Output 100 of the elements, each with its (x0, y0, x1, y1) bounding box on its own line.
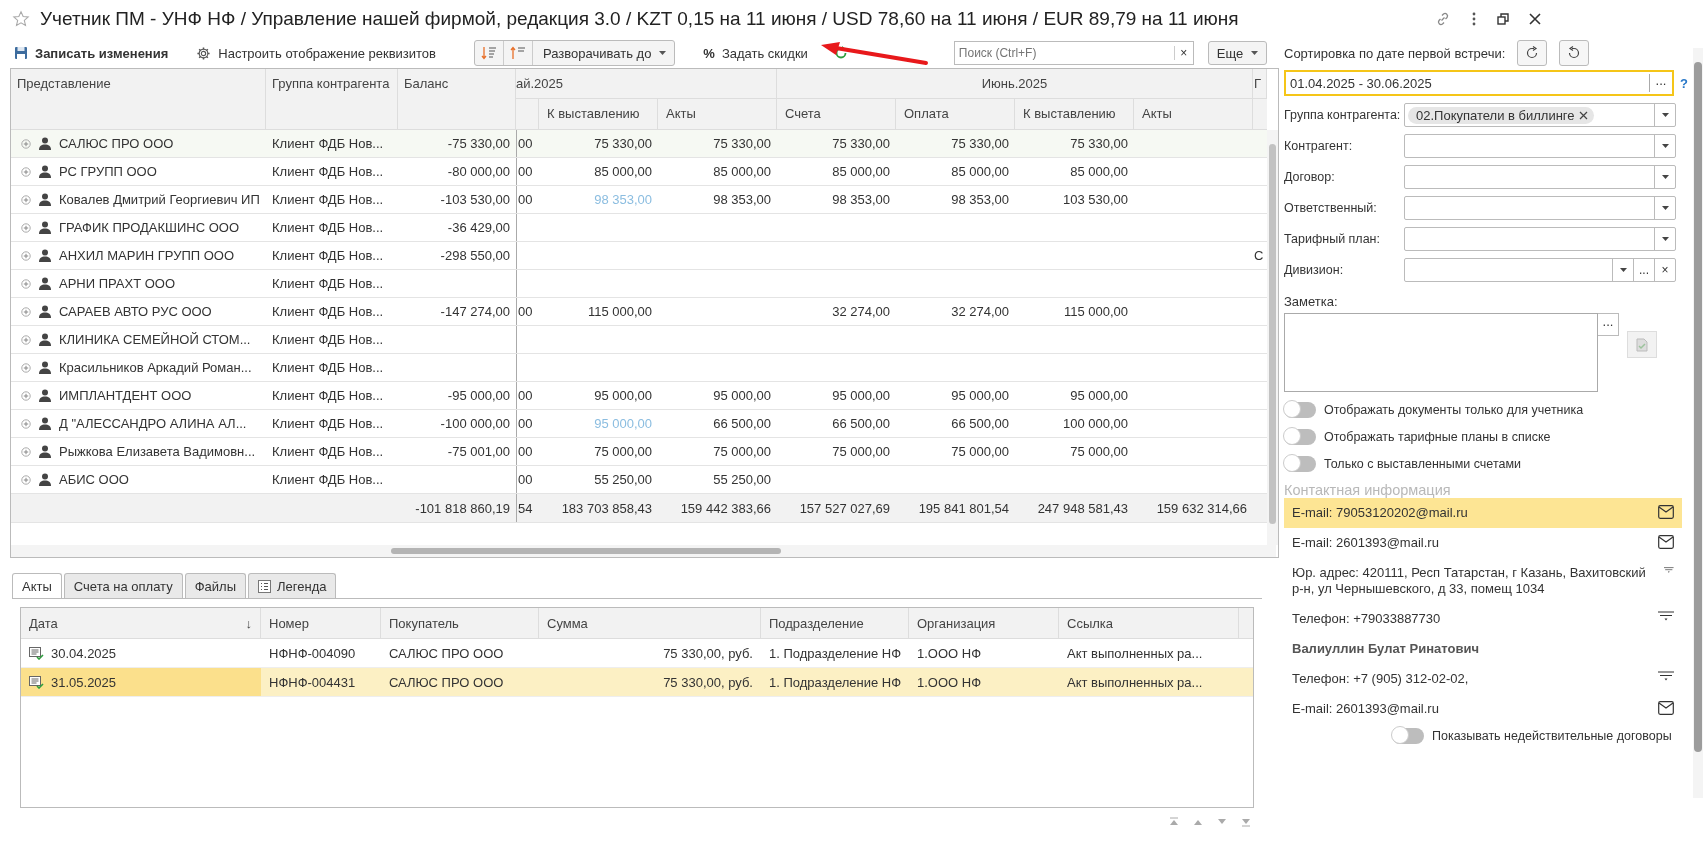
help-link[interactable]: ? (1680, 75, 1688, 91)
filter-icon[interactable] (1658, 671, 1674, 681)
contact-person[interactable]: Валиуллин Булат Ринатович (1284, 634, 1682, 664)
column-header[interactable]: Группа контрагента (266, 69, 398, 130)
select-field[interactable] (1404, 134, 1676, 158)
expand-icon[interactable] (21, 362, 31, 373)
filter-tag[interactable]: 02.Покупатели в биллинге (1408, 106, 1594, 124)
clear-button[interactable]: × (1654, 259, 1675, 281)
table-row[interactable]: Ковалев Дмитрий Георгиевич ИП Клиент ФДБ Нов... -103 530,00 00 98 353,00 98 353,00 98 353,00 98 353,00 103 530,00 (11, 186, 1267, 214)
expand-icon[interactable] (21, 418, 31, 429)
column-header[interactable]: Оплата (896, 99, 1015, 130)
column-header[interactable]: Дата ↓ (21, 608, 261, 638)
tab[interactable]: Легенда (248, 573, 337, 598)
restore-icon[interactable] (1497, 13, 1509, 25)
column-header[interactable]: Покупатель (381, 608, 539, 638)
select-field[interactable]: 02.Покупатели в биллинге (1404, 103, 1676, 127)
expand-icon[interactable] (21, 138, 31, 149)
toggle-switch[interactable] (1284, 429, 1316, 445)
expand-icon[interactable] (21, 222, 31, 233)
choice-button[interactable]: ... (1649, 74, 1672, 92)
mail-icon[interactable] (1658, 701, 1674, 715)
more-icon[interactable] (1471, 11, 1477, 27)
column-header[interactable]: Ссылка (1059, 608, 1239, 638)
column-header[interactable]: Баланс (398, 69, 516, 130)
table-row[interactable]: КЛИНИКА СЕМЕЙНОЙ СТОМ... Клиент ФДБ Нов... (11, 326, 1267, 354)
tab[interactable]: Акты (12, 573, 62, 598)
column-header[interactable]: К выставлению (1015, 99, 1134, 130)
note-field[interactable] (1284, 313, 1598, 392)
expand-icon[interactable] (21, 334, 31, 345)
settings-button[interactable]: Настроить отображение реквизитов (196, 42, 444, 64)
table-cell: С (1254, 248, 1264, 263)
table-row[interactable]: АРНИ ПРАХТ ООО Клиент ФДБ Нов... (11, 270, 1267, 298)
contact-row[interactable]: Юр. адрес: 420111, Респ Татарстан, г Казань, Вахитовский р-н, ул Чернышевского, д 33, помещ 1034 (1284, 558, 1682, 604)
table-row[interactable]: АНХИЛ МАРИН ГРУПП ООО Клиент ФДБ Нов... -298 550,00 С (11, 242, 1267, 270)
undo-button[interactable] (1559, 40, 1590, 66)
column-header[interactable]: Сумма (539, 608, 761, 638)
tab[interactable]: Счета на оплату (63, 573, 183, 598)
expand-icon[interactable] (21, 390, 31, 401)
choice-button[interactable]: ... (1633, 259, 1654, 281)
save-button[interactable]: Записать изменения (14, 42, 177, 64)
expand-icon[interactable] (21, 306, 31, 317)
select-field[interactable] (1404, 165, 1676, 189)
select-field[interactable]: ... × (1404, 258, 1676, 282)
period-field[interactable]: 01.04.2025 - 30.06.2025 ... (1284, 70, 1674, 96)
discounts-button[interactable]: % Задать скидки (703, 42, 816, 64)
expand-icon[interactable] (21, 250, 31, 261)
column-header[interactable]: Акты (658, 99, 777, 130)
table-row[interactable]: ИМПЛАНТДЕНТ ООО Клиент ФДБ Нов... -95 000,00 00 95 000,00 95 000,00 95 000,00 95 000,00 95 000,00 (11, 382, 1267, 410)
column-header[interactable]: Номер (261, 608, 381, 638)
toggle-switch[interactable] (1284, 402, 1316, 418)
table-row[interactable]: Д "АЛЕССАНДРО АЛИНА АЛ... Клиент ФДБ Нов... -100 000,00 00 95 000,00 66 500,00 66 500,00 66 500,00 100 000,00 (11, 410, 1267, 438)
table-row[interactable]: Красильников Аркадий Роман... Клиент ФДБ Нов... (11, 354, 1267, 382)
table-row[interactable]: ГРАФИК ПРОДАКШИНС ООО Клиент ФДБ Нов... -36 429,00 (11, 214, 1267, 242)
column-header[interactable]: Организация (909, 608, 1059, 638)
star-icon[interactable] (12, 10, 30, 28)
toggle-switch[interactable] (1392, 728, 1424, 744)
column-header[interactable] (1253, 99, 1267, 130)
document-row[interactable]: 31.05.2025 НФНФ-004431 САЛЮС ПРО ООО 75 330,00, руб. 1. Подразделение НФ 1.ООО НФ Акт выполненных ра... (20, 668, 1254, 697)
clear-search-button[interactable]: × (1173, 46, 1193, 60)
table-row[interactable]: РС ГРУПП ООО Клиент ФДБ Нов... -80 000,00 00 85 000,00 85 000,00 85 000,00 85 000,00 85 000,00 (11, 158, 1267, 186)
contact-row[interactable]: E-mail: 2601393@mail.ru (1284, 694, 1682, 724)
expand-icon[interactable] (21, 194, 31, 205)
column-header[interactable]: К выставлению (539, 99, 658, 130)
table-row[interactable]: САЛЮС ПРО ООО Клиент ФДБ Нов... -75 330,00 00 75 330,00 75 330,00 75 330,00 75 330,00 75 330,00 (11, 130, 1267, 158)
expand-icon[interactable] (21, 474, 31, 485)
contact-row[interactable]: E-mail: 79053120202@mail.ru (1284, 498, 1682, 528)
field-label: Заметка: (1284, 294, 1339, 309)
choice-button[interactable]: ... (1598, 313, 1619, 336)
table-row[interactable]: САРАЕВ АВТО РУС ООО Клиент ФДБ Нов... -147 274,00 00 115 000,00 32 274,00 32 274,00 115 000,00 (11, 298, 1267, 326)
apply-button[interactable] (1627, 331, 1657, 358)
dropdown-icon (1661, 206, 1669, 210)
select-field[interactable] (1404, 227, 1676, 251)
mail-icon[interactable] (1658, 505, 1674, 519)
select-field[interactable] (1404, 196, 1676, 220)
more-button[interactable]: Еще (1207, 41, 1268, 65)
expand-icon[interactable] (21, 278, 31, 289)
filter-icon[interactable] (1658, 611, 1674, 621)
table-row[interactable]: АБИС ООО Клиент ФДБ Нов... 00 55 250,00 55 250,00 (11, 466, 1267, 494)
toggle-switch[interactable] (1284, 456, 1316, 472)
tab[interactable]: Файлы (184, 573, 246, 598)
remove-icon[interactable] (1578, 110, 1588, 120)
column-header[interactable]: Счета (777, 99, 896, 130)
redo-button[interactable] (1517, 40, 1548, 66)
expand-icon[interactable] (21, 446, 31, 457)
contact-row[interactable]: E-mail: 2601393@mail.ru (1284, 528, 1682, 558)
column-header[interactable]: Представление (11, 69, 266, 130)
close-icon[interactable] (1529, 13, 1541, 25)
column-header[interactable]: Акты (1134, 99, 1253, 130)
link-icon[interactable] (1435, 11, 1451, 27)
mail-icon[interactable] (1658, 535, 1674, 549)
horizontal-scrollbar[interactable] (11, 545, 1276, 557)
contact-row[interactable]: Телефон: +7 (905) 312-02-02, (1284, 664, 1682, 694)
contact-row[interactable]: Телефон: +79033887730 (1284, 604, 1682, 634)
expand-icon[interactable] (21, 166, 31, 177)
table-row[interactable]: Рыжкова Елизавета Вадимовн... Клиент ФДБ Нов... -75 001,00 00 75 000,00 75 000,00 75 000,00 75 000,00 75 000,00 (11, 438, 1267, 466)
column-header[interactable]: Подразделение (761, 608, 909, 638)
vertical-scrollbar[interactable] (1267, 130, 1278, 545)
search-field[interactable]: Поиск (Ctrl+F) × (953, 41, 1194, 65)
column-header[interactable] (516, 99, 539, 130)
vertical-scrollbar[interactable] (1693, 48, 1703, 798)
